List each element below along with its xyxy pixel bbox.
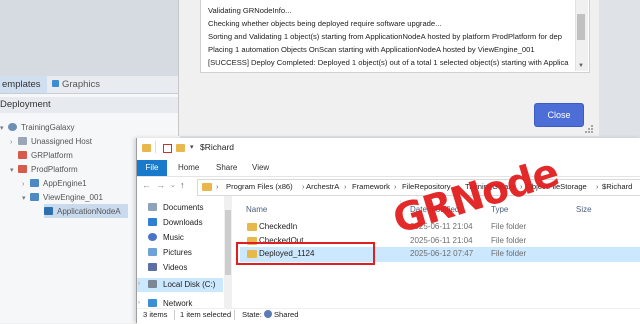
recent-locations-icon[interactable]: ⌄ bbox=[170, 181, 176, 189]
file-type: File folder bbox=[491, 222, 527, 231]
breadcrumb-richard[interactable]: $Richard bbox=[602, 182, 632, 191]
tree-item-traininggalaxy[interactable]: ▾ TrainingGalaxy bbox=[0, 121, 75, 135]
nav-item-local-disk[interactable]: Local Disk (C:) bbox=[148, 278, 215, 292]
file-name: CheckedIn bbox=[259, 222, 298, 231]
log-line: Placing 1 automation Objects OnScan star… bbox=[208, 45, 535, 54]
platform-icon bbox=[18, 165, 27, 173]
network-icon bbox=[148, 299, 157, 307]
expand-icon[interactable]: › bbox=[138, 300, 140, 306]
local-disk-icon bbox=[148, 280, 157, 288]
column-header-name[interactable]: Name bbox=[246, 205, 267, 214]
folder-icon bbox=[202, 183, 212, 191]
status-selection: 1 item selected bbox=[180, 310, 232, 319]
music-icon bbox=[148, 233, 157, 241]
column-header-size[interactable]: Size bbox=[576, 205, 592, 214]
nav-item-music[interactable]: Music bbox=[148, 231, 184, 245]
ribbon bbox=[137, 160, 640, 177]
deploy-log: Validating GRNodeInfo... Checking whethe… bbox=[200, 0, 590, 73]
tab-graphics-label: Graphics bbox=[62, 79, 101, 90]
videos-icon bbox=[148, 263, 157, 271]
expand-icon[interactable]: › bbox=[22, 178, 30, 192]
nav-item-pictures[interactable]: Pictures bbox=[148, 246, 192, 260]
resize-grip-icon[interactable] bbox=[584, 124, 594, 134]
status-state-label: State: bbox=[242, 310, 262, 319]
downloads-icon bbox=[148, 218, 157, 226]
nav-item-downloads[interactable]: Downloads bbox=[148, 216, 203, 230]
divider bbox=[234, 310, 235, 320]
breadcrumb-archestra[interactable]: ArchestrA bbox=[306, 182, 339, 191]
folder-icon bbox=[247, 223, 257, 231]
tree-item-viewengine-001[interactable]: ▾ ViewEngine_001 bbox=[22, 191, 103, 205]
expand-icon[interactable]: › bbox=[138, 281, 140, 287]
divider bbox=[155, 141, 156, 153]
tree-item-unassigned-host[interactable]: › Unassigned Host bbox=[10, 135, 92, 149]
quick-access-dropdown-icon[interactable]: ▾ bbox=[190, 143, 194, 151]
file-date: 2025-06-12 07:47 bbox=[410, 249, 474, 258]
host-icon bbox=[18, 137, 27, 145]
close-button[interactable]: Close bbox=[534, 103, 584, 127]
tree-item-grplatform[interactable]: GRPlatform bbox=[10, 149, 73, 163]
breadcrumb-separator: › bbox=[344, 182, 347, 191]
tree-item-appengine1[interactable]: › AppEngine1 bbox=[22, 177, 87, 191]
ribbon-tab-home[interactable]: Home bbox=[178, 160, 199, 176]
breadcrumb-separator: › bbox=[216, 182, 219, 191]
log-line: [SUCCESS] Deploy Completed: Deployed 1 o… bbox=[208, 58, 569, 67]
nav-item-documents[interactable]: Documents bbox=[148, 201, 203, 215]
breadcrumb-separator: › bbox=[394, 182, 397, 191]
pictures-icon bbox=[148, 248, 157, 256]
status-state: State: Shared bbox=[242, 310, 298, 319]
status-item-count: 3 items bbox=[143, 310, 168, 319]
breadcrumb-framework[interactable]: Framework bbox=[352, 182, 390, 191]
properties-icon[interactable] bbox=[163, 144, 172, 153]
nav-scrollbar-thumb[interactable] bbox=[225, 210, 231, 275]
shared-icon bbox=[263, 310, 272, 318]
breadcrumb-separator: › bbox=[302, 182, 305, 191]
ide-top-area bbox=[0, 0, 180, 76]
status-state-value: Shared bbox=[273, 310, 299, 319]
application-node-icon bbox=[44, 207, 53, 215]
tree-item-applicationnodea[interactable]: ApplicationNodeA bbox=[44, 205, 121, 219]
ribbon-tab-share[interactable]: Share bbox=[216, 160, 237, 176]
collapse-icon[interactable]: ▾ bbox=[0, 122, 8, 136]
documents-icon bbox=[148, 203, 157, 211]
divider bbox=[174, 310, 175, 320]
graphics-icon bbox=[52, 80, 59, 87]
tree-item-prodplatform[interactable]: ▾ ProdPlatform bbox=[10, 163, 78, 177]
log-line: Sorting and Validating 1 object(s) start… bbox=[208, 32, 563, 41]
new-folder-icon[interactable] bbox=[176, 144, 185, 152]
breadcrumb-separator: › bbox=[596, 182, 599, 191]
window-title: $Richard bbox=[200, 142, 235, 152]
platform-icon bbox=[18, 151, 27, 159]
file-type: File folder bbox=[491, 236, 527, 245]
ide-tab-bar: emplates Graphics bbox=[0, 76, 180, 94]
scroll-down-icon[interactable]: ▼ bbox=[576, 63, 586, 70]
log-line: Checking whether objects being deployed … bbox=[208, 19, 442, 28]
file-type: File folder bbox=[491, 249, 527, 258]
engine-icon bbox=[30, 193, 39, 201]
collapse-icon[interactable]: ▾ bbox=[10, 164, 18, 178]
forward-arrow-icon[interactable]: → bbox=[156, 180, 165, 190]
tab-templates[interactable]: emplates bbox=[0, 76, 47, 93]
deployment-panel-title: Deployment bbox=[0, 97, 180, 113]
highlight-annotation-box bbox=[236, 242, 375, 265]
folder-icon[interactable] bbox=[142, 144, 151, 152]
breadcrumb-program-files[interactable]: Program Files (x86) bbox=[226, 182, 293, 191]
tab-graphics[interactable]: Graphics bbox=[46, 76, 106, 93]
log-line: Validating GRNodeInfo... bbox=[208, 6, 292, 15]
nav-item-videos[interactable]: Videos bbox=[148, 261, 187, 275]
galaxy-icon bbox=[8, 123, 17, 131]
log-scrollbar-thumb[interactable] bbox=[577, 14, 585, 40]
ribbon-tab-view[interactable]: View bbox=[252, 160, 269, 176]
ribbon-tab-file[interactable]: File bbox=[137, 160, 167, 176]
collapse-icon[interactable]: ▾ bbox=[22, 192, 30, 206]
back-arrow-icon[interactable]: ← bbox=[142, 180, 151, 190]
engine-icon bbox=[30, 179, 39, 187]
up-arrow-icon[interactable]: ↑ bbox=[180, 180, 185, 190]
expand-icon[interactable]: › bbox=[10, 136, 18, 150]
